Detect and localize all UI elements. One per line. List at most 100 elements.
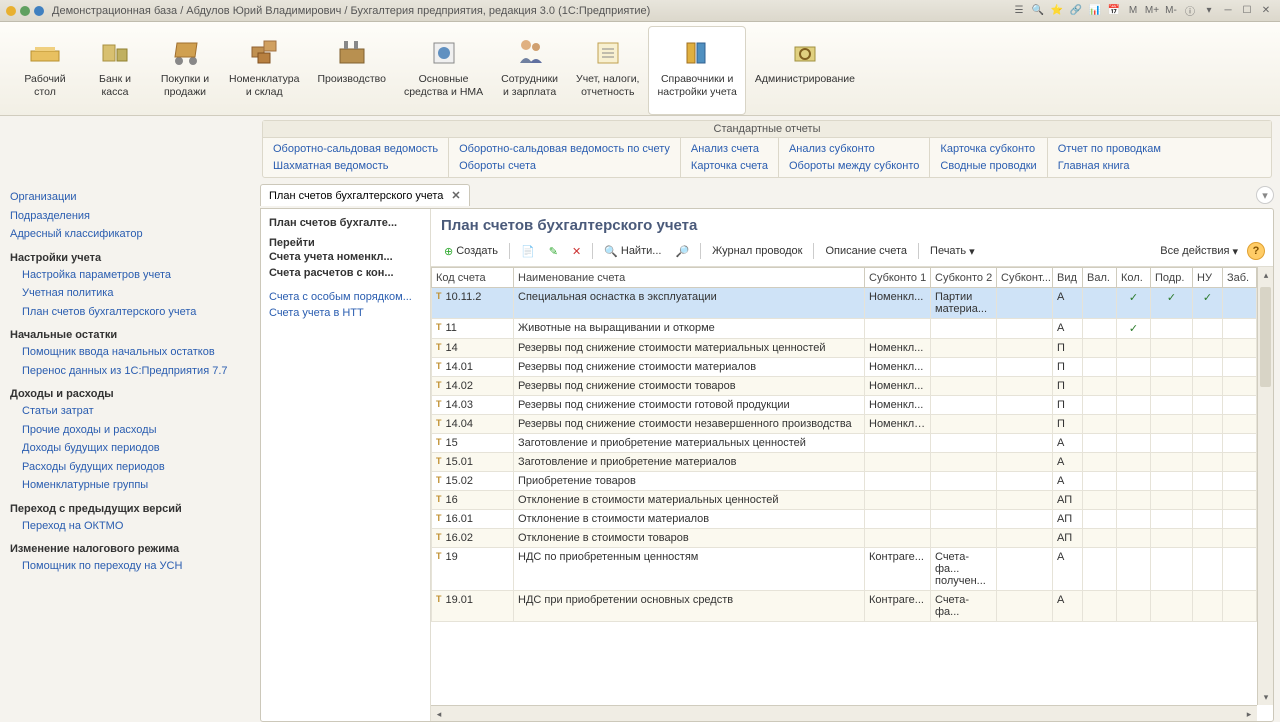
print-button[interactable]: Печать ▾ xyxy=(925,243,980,260)
minimize-icon[interactable]: ─ xyxy=(1220,3,1236,19)
ribbon-item[interactable]: Учет, налоги,отчетность xyxy=(567,26,648,115)
vertical-scrollbar[interactable]: ▴ ▾ xyxy=(1257,267,1273,705)
sidebar-link[interactable]: Помощник ввода начальных остатков xyxy=(10,343,244,362)
column-header[interactable]: Субконт... xyxy=(997,268,1053,288)
scroll-up-icon[interactable]: ▴ xyxy=(1258,267,1273,283)
sidebar-link[interactable]: Прочие доходы и расходы xyxy=(10,421,244,440)
report-link[interactable]: Карточка счета xyxy=(691,158,768,175)
ribbon-item[interactable]: Рабочийстол xyxy=(10,26,80,115)
report-link[interactable]: Сводные проводки xyxy=(940,158,1036,175)
horizontal-scrollbar[interactable]: ◂ ▸ xyxy=(431,705,1257,721)
column-header[interactable]: Кол. xyxy=(1117,268,1151,288)
table-row[interactable]: Т14.03Резервы под снижение стоимости гот… xyxy=(432,396,1273,415)
column-header[interactable]: Подр. xyxy=(1151,268,1193,288)
sidebar-link[interactable]: План счетов бухгалтерского учета xyxy=(10,303,244,322)
column-header[interactable]: Вид xyxy=(1053,268,1083,288)
tool-icon[interactable]: ☰ xyxy=(1011,3,1027,19)
report-link[interactable]: Шахматная ведомость xyxy=(273,158,438,175)
report-link[interactable]: Анализ субконто xyxy=(789,141,919,158)
sidebar-link[interactable]: Настройка параметров учета xyxy=(10,266,244,285)
column-header[interactable]: Наименование счета xyxy=(514,268,865,288)
sidebar-link[interactable]: Переход на ОКТМО xyxy=(10,517,244,536)
maximize-icon[interactable]: ☐ xyxy=(1239,3,1255,19)
sidebar-link[interactable]: Подразделения xyxy=(10,207,244,226)
table-row[interactable]: Т11Животные на выращивании и откормеА✓ xyxy=(432,319,1273,339)
edit-button[interactable]: ✎ xyxy=(544,243,563,260)
table-row[interactable]: Т16.01Отклонение в стоимости материаловА… xyxy=(432,510,1273,529)
table-row[interactable]: Т14.01Резервы под снижение стоимости мат… xyxy=(432,358,1273,377)
column-header[interactable]: Субконто 1 xyxy=(865,268,931,288)
ribbon-item[interactable]: Справочники инастройки учета xyxy=(648,26,745,115)
find-button[interactable]: 🔍Найти... xyxy=(599,243,666,260)
report-link[interactable]: Карточка субконто xyxy=(940,141,1036,158)
description-button[interactable]: Описание счета xyxy=(820,243,912,259)
column-header[interactable]: Код счета xyxy=(432,268,514,288)
info-icon[interactable]: ⓘ xyxy=(1182,3,1198,19)
table-row[interactable]: Т15Заготовление и приобретение материаль… xyxy=(432,434,1273,453)
table-row[interactable]: Т16Отклонение в стоимости материальных ц… xyxy=(432,491,1273,510)
ribbon-item[interactable]: Покупки ипродажи xyxy=(150,26,220,115)
ribbon-item[interactable]: Банк икасса xyxy=(80,26,150,115)
sidebar-link[interactable]: Адресный классификатор xyxy=(10,225,244,244)
all-actions-button[interactable]: Все действия ▾ xyxy=(1155,243,1243,260)
table-row[interactable]: Т19.01НДС при приобретении основных сред… xyxy=(432,591,1273,622)
ws-nav-plan[interactable]: План счетов бухгалте... xyxy=(269,215,422,231)
sidebar-link[interactable]: Перенос данных из 1С:Предприятия 7.7 xyxy=(10,362,244,381)
column-header[interactable]: Субконто 2 xyxy=(931,268,997,288)
calendar-icon[interactable]: 📅 xyxy=(1106,3,1122,19)
help-button[interactable]: ? xyxy=(1247,242,1265,260)
report-link[interactable]: Оборотно-сальдовая ведомость xyxy=(273,141,438,158)
sidebar-link[interactable]: Номенклатурные группы xyxy=(10,476,244,495)
ws-nav-item[interactable]: Счета учета номенкл... xyxy=(269,249,422,265)
tool-icon[interactable]: 🔍 xyxy=(1030,3,1046,19)
m-button[interactable]: M xyxy=(1125,3,1141,19)
sidebar-link[interactable]: Помощник по переходу на УСН xyxy=(10,557,244,576)
sidebar-link[interactable]: Статьи затрат xyxy=(10,402,244,421)
table-row[interactable]: Т10.11.2Специальная оснастка в эксплуата… xyxy=(432,288,1273,319)
ribbon-item[interactable]: Сотрудникии зарплата xyxy=(492,26,567,115)
ribbon-item[interactable]: Основныесредства и НМА xyxy=(395,26,492,115)
sidebar-link[interactable]: Организации xyxy=(10,188,244,207)
mplus-button[interactable]: M+ xyxy=(1144,3,1160,19)
clear-find-button[interactable]: 🔎 xyxy=(670,243,694,260)
tab-dropdown-icon[interactable]: ▾ xyxy=(1256,186,1274,204)
scroll-down-icon[interactable]: ▾ xyxy=(1258,689,1273,705)
tab-close-icon[interactable]: ✕ xyxy=(451,189,460,202)
mminus-button[interactable]: M- xyxy=(1163,3,1179,19)
tool-icon[interactable]: ⭐ xyxy=(1049,3,1065,19)
create-button[interactable]: ⊕Создать xyxy=(439,243,503,260)
table-row[interactable]: Т15.01Заготовление и приобретение матери… xyxy=(432,453,1273,472)
table-row[interactable]: Т15.02Приобретение товаровА xyxy=(432,472,1273,491)
tab-plan-schetov[interactable]: План счетов бухгалтерского учета ✕ xyxy=(260,184,470,206)
ribbon-item[interactable]: Производство xyxy=(308,26,394,115)
report-link[interactable]: Оборотно-сальдовая ведомость по счету xyxy=(459,141,670,158)
sidebar-link[interactable]: Учетная политика xyxy=(10,284,244,303)
journal-button[interactable]: Журнал проводок xyxy=(707,243,807,259)
column-header[interactable]: Вал. xyxy=(1083,268,1117,288)
accounts-grid[interactable]: Код счетаНаименование счетаСубконто 1Суб… xyxy=(431,267,1273,622)
column-header[interactable]: НУ xyxy=(1193,268,1223,288)
table-row[interactable]: Т19НДС по приобретенным ценностямКонтраг… xyxy=(432,548,1273,591)
scroll-thumb[interactable] xyxy=(1260,287,1271,387)
ribbon-item[interactable]: Номенклатураи склад xyxy=(220,26,308,115)
calc-icon[interactable]: 📊 xyxy=(1087,3,1103,19)
report-link[interactable]: Обороты счета xyxy=(459,158,670,175)
sidebar-link[interactable]: Расходы будущих периодов xyxy=(10,458,244,477)
report-link[interactable]: Главная книга xyxy=(1058,158,1161,175)
copy-button[interactable]: 📄 xyxy=(516,243,540,260)
table-row[interactable]: Т14.04Резервы под снижение стоимости нез… xyxy=(432,415,1273,434)
tool-icon[interactable]: 🔗 xyxy=(1068,3,1084,19)
ws-nav-item[interactable]: Счета с особым порядком... xyxy=(269,289,422,305)
table-row[interactable]: Т14Резервы под снижение стоимости матери… xyxy=(432,339,1273,358)
delete-button[interactable]: ✕ xyxy=(567,243,586,260)
column-header[interactable]: Заб. xyxy=(1223,268,1257,288)
report-link[interactable]: Анализ счета xyxy=(691,141,768,158)
sidebar-link[interactable]: Доходы будущих периодов xyxy=(10,439,244,458)
ws-nav-item[interactable]: Счета учета в НТТ xyxy=(269,305,422,321)
table-row[interactable]: Т16.02Отклонение в стоимости товаровАП xyxy=(432,529,1273,548)
ws-nav-item[interactable]: Счета расчетов с кон... xyxy=(269,265,422,281)
dropdown-icon[interactable]: ▾ xyxy=(1201,3,1217,19)
report-link[interactable]: Обороты между субконто xyxy=(789,158,919,175)
report-link[interactable]: Отчет по проводкам xyxy=(1058,141,1161,158)
scroll-left-icon[interactable]: ◂ xyxy=(431,706,447,721)
